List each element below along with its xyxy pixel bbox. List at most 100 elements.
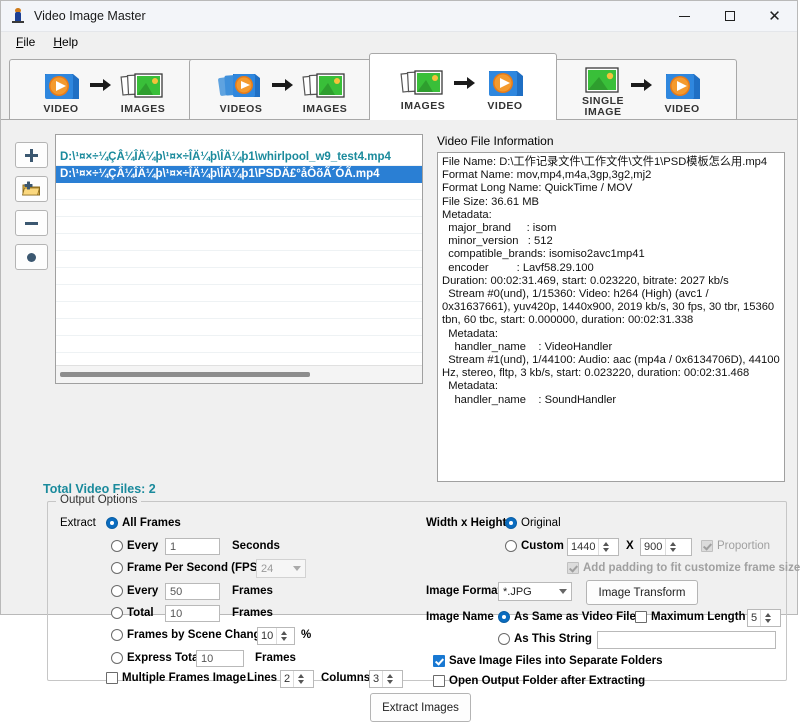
arrow-up-icon bbox=[298, 674, 304, 678]
total-frames-input[interactable]: 10 bbox=[165, 605, 220, 622]
every-frames-input[interactable]: 50 bbox=[165, 583, 220, 600]
checkbox-proportion[interactable]: Proportion bbox=[701, 540, 770, 552]
custom-width-spinner[interactable]: 1440 bbox=[567, 538, 619, 556]
lines-label: Lines bbox=[247, 672, 277, 684]
menu-help[interactable]: Help bbox=[44, 33, 87, 51]
file-list-horizontal-scrollbar[interactable] bbox=[56, 365, 422, 383]
remove-file-button[interactable] bbox=[15, 210, 48, 236]
radio-total-frames[interactable]: Total bbox=[111, 607, 154, 619]
plus-icon bbox=[25, 149, 38, 162]
images-icon bbox=[301, 69, 349, 103]
radio-express-total[interactable]: Express Total bbox=[111, 652, 202, 664]
checkbox-maximum-length[interactable]: Maximum Length bbox=[635, 611, 746, 623]
list-item-empty[interactable] bbox=[56, 319, 422, 336]
file-list-toolbar bbox=[15, 142, 48, 270]
arrow-down-icon bbox=[670, 548, 676, 552]
lines-spinner[interactable]: 2 bbox=[280, 670, 314, 688]
spinner-arrows[interactable] bbox=[276, 628, 290, 644]
radio-all-frames-indicator bbox=[106, 517, 118, 529]
list-item[interactable]: D:\¹¤×÷¼ÇÂ¼ÎÄ¼þ\¹¤×÷ÎÄ¼þ\ÎÄ¼þ1\PSDÄ£°åÔõ… bbox=[56, 166, 422, 183]
file-list[interactable]: D:\¹¤×÷¼ÇÂ¼ÎÄ¼þ\¹¤×÷ÎÄ¼þ\ÎÄ¼þ1\whirlpool… bbox=[55, 134, 423, 384]
close-icon: ✕ bbox=[768, 9, 781, 24]
checkbox-open-output-folder[interactable]: Open Output Folder after Extracting bbox=[433, 675, 645, 687]
checkbox-proportion-indicator bbox=[701, 540, 713, 552]
spinner-arrows[interactable] bbox=[665, 539, 679, 555]
radio-name-as-video-file-indicator bbox=[498, 611, 510, 623]
spinner-arrows[interactable] bbox=[382, 671, 396, 687]
chevron-down-icon bbox=[293, 566, 301, 571]
window-controls: ✕ bbox=[662, 1, 797, 31]
arrow-down-icon bbox=[765, 619, 771, 623]
list-item-empty[interactable] bbox=[56, 200, 422, 217]
minimize-button[interactable] bbox=[662, 1, 707, 31]
scrollbar-thumb[interactable] bbox=[60, 372, 310, 377]
list-item-empty[interactable] bbox=[56, 302, 422, 319]
list-item[interactable]: D:\¹¤×÷¼ÇÂ¼ÎÄ¼þ\¹¤×÷ÎÄ¼þ\ÎÄ¼þ1\whirlpool… bbox=[56, 149, 422, 166]
video-file-information: File Name: D:\工作记录文件\工作文件\文件1\PSD模板怎么用.m… bbox=[437, 152, 785, 482]
checkbox-add-padding[interactable]: Add padding to fit customize frame size bbox=[567, 562, 800, 574]
list-item-empty[interactable] bbox=[56, 234, 422, 251]
tab-label-to: VIDEO bbox=[487, 101, 522, 112]
tab-single-image-to-video[interactable]: SINGLE IMAGE VIDEO bbox=[549, 59, 737, 119]
spinner-arrows[interactable] bbox=[598, 539, 612, 555]
radio-scene-change[interactable]: Frames by Scene Change bbox=[111, 629, 267, 641]
express-total-input[interactable]: 10 bbox=[196, 650, 244, 667]
radio-fps[interactable]: Frame Per Second (FPS) bbox=[111, 562, 261, 574]
images-icon bbox=[119, 69, 167, 103]
radio-name-as-this-string[interactable]: As This String bbox=[498, 633, 592, 645]
image-format-dropdown[interactable]: *.JPG bbox=[498, 582, 572, 601]
spinner-arrows[interactable] bbox=[760, 610, 774, 626]
radio-size-custom[interactable]: Custom bbox=[505, 540, 564, 552]
video-icon bbox=[39, 69, 83, 103]
arrow-down-icon bbox=[387, 680, 393, 684]
columns-spinner[interactable]: 3 bbox=[369, 670, 403, 688]
chevron-down-icon bbox=[559, 589, 567, 594]
list-item-empty[interactable] bbox=[56, 268, 422, 285]
checkbox-separate-folders[interactable]: Save Image Files into Separate Folders bbox=[433, 655, 662, 667]
add-file-button[interactable] bbox=[15, 142, 48, 168]
fps-dropdown[interactable]: 24 bbox=[256, 559, 306, 578]
radio-size-original[interactable]: Original bbox=[505, 517, 561, 529]
radio-express-total-indicator bbox=[111, 652, 123, 664]
video-icon bbox=[483, 66, 527, 100]
video-icon bbox=[660, 69, 704, 103]
radio-every-seconds[interactable]: Every bbox=[111, 540, 158, 552]
videos-icon bbox=[217, 69, 265, 103]
as-this-string-input[interactable] bbox=[597, 631, 776, 649]
every-seconds-input[interactable]: 1 bbox=[165, 538, 220, 555]
scene-change-unit: % bbox=[301, 629, 311, 641]
tab-images-to-video[interactable]: IMAGES VIDEO bbox=[369, 53, 557, 120]
list-item-empty[interactable] bbox=[56, 336, 422, 353]
tab-label-to: VIDEO bbox=[664, 104, 699, 115]
list-item-empty[interactable] bbox=[56, 183, 422, 200]
tab-label-from: SINGLE IMAGE bbox=[582, 96, 624, 118]
maximum-length-spinner[interactable]: 5 bbox=[747, 609, 781, 627]
radio-scene-change-indicator bbox=[111, 629, 123, 641]
custom-height-spinner[interactable]: 900 bbox=[640, 538, 692, 556]
checkbox-multiple-frames-image[interactable]: Multiple Frames Image bbox=[106, 672, 246, 684]
list-item-empty[interactable] bbox=[56, 285, 422, 302]
size-separator: X bbox=[626, 540, 634, 552]
menu-file[interactable]: File bbox=[7, 33, 44, 51]
extract-images-button[interactable]: Extract Images bbox=[370, 693, 471, 722]
add-folder-button[interactable] bbox=[15, 176, 48, 202]
maximize-button[interactable] bbox=[707, 1, 752, 31]
tab-label-to: IMAGES bbox=[121, 104, 165, 115]
arrow-up-icon bbox=[387, 674, 393, 678]
radio-name-as-video-file[interactable]: As Same as Video File bbox=[498, 611, 636, 623]
arrow-right-icon bbox=[454, 76, 476, 93]
tab-video-to-images[interactable]: VIDEO IMAGES bbox=[9, 59, 197, 119]
list-item-empty[interactable] bbox=[56, 251, 422, 268]
spinner-arrows[interactable] bbox=[293, 671, 307, 687]
checkbox-multiple-frames-indicator bbox=[106, 672, 118, 684]
close-button[interactable]: ✕ bbox=[752, 1, 797, 31]
list-item-empty[interactable] bbox=[56, 217, 422, 234]
dot-icon bbox=[27, 253, 36, 262]
image-transform-button[interactable]: Image Transform bbox=[586, 580, 698, 605]
clear-list-button[interactable] bbox=[15, 244, 48, 270]
checkbox-open-output-folder-indicator bbox=[433, 675, 445, 687]
tab-videos-to-images[interactable]: VIDEOS IMAGES bbox=[189, 59, 377, 119]
scene-change-spinner[interactable]: 10 bbox=[257, 627, 295, 645]
radio-every-frames[interactable]: Every bbox=[111, 585, 158, 597]
radio-all-frames[interactable]: All Frames bbox=[106, 517, 181, 529]
